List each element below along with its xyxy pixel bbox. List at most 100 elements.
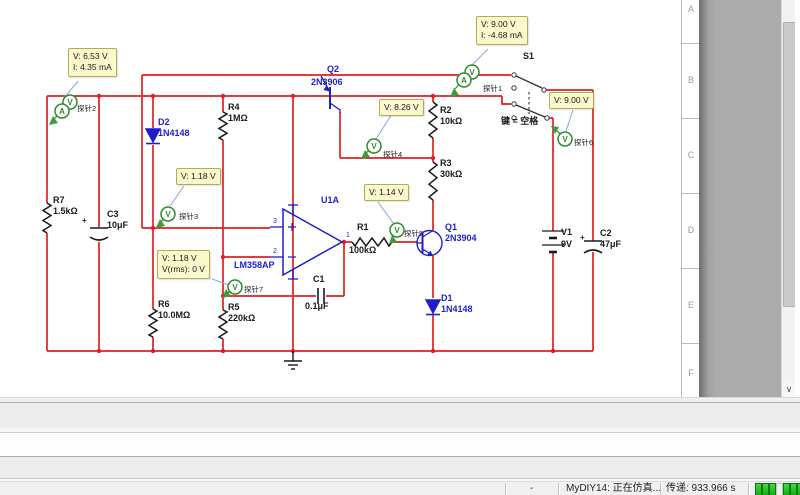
label-r4-value[interactable]: 1MΩ [228,114,248,123]
probe4-name: 探针4 [383,151,402,159]
simulation-activity-indicator [753,483,799,495]
resistor-r2[interactable] [429,102,437,138]
probe5-tooltip[interactable]: V: 1.14 V [364,184,409,201]
diode-d1[interactable] [426,300,440,315]
svg-text:V: V [371,142,377,151]
svg-text:V: V [394,226,400,235]
probe1-tooltip[interactable]: V: 9.00 V I: -4.68 mA [476,16,528,45]
label-r1-value[interactable]: 100kΩ [349,246,376,255]
multisim-window: V A V V [0,0,800,495]
resistor-r7[interactable] [43,203,51,233]
probes: V A V V [49,65,572,298]
probe-4[interactable]: V [361,139,381,159]
label-c3-ref[interactable]: C3 [107,210,119,219]
label-r6-ref[interactable]: R6 [158,300,170,309]
label-u1a-ref[interactable]: U1A [321,196,339,205]
label-d2-value[interactable]: 1N4148 [158,129,190,138]
probe-3[interactable]: V [156,207,175,228]
probe2-tooltip[interactable]: V: 6.53 V I: 4.35 mA [68,48,117,77]
label-r6-value[interactable]: 10.0MΩ [158,311,190,320]
label-c1-ref[interactable]: C1 [313,275,325,284]
scroll-down-button[interactable]: ∨ [782,383,796,397]
results-panel[interactable] [0,433,800,457]
label-q1-value[interactable]: 2N3904 [445,234,477,243]
capacitor-c3[interactable] [90,228,108,240]
label-u1a-value[interactable]: LM358AP [234,261,275,270]
statusbar-separator [660,483,662,495]
statusbar-dash: - [530,483,533,495]
svg-text:V: V [232,283,238,292]
label-v1-value[interactable]: 9V [561,240,572,249]
label-r3-ref[interactable]: R3 [440,159,452,168]
svg-text:V: V [562,135,568,144]
status-bar: - MyDIY14: 正在仿真... 传递: 933.966 s [0,481,800,495]
ground-symbol[interactable] [284,351,302,369]
lower-panel[interactable] [0,457,800,479]
label-c3-value[interactable]: 10μF [107,221,128,230]
label-q2-ref[interactable]: Q2 [327,65,339,74]
probe4-tooltip[interactable]: V: 8.26 V [379,99,424,116]
probe-6[interactable]: V [551,126,572,146]
probe5-name: 探针5 [404,230,423,238]
label-d2-ref[interactable]: D2 [158,118,170,127]
resistor-r4[interactable] [219,112,227,140]
workspace-offsheet-area [699,0,781,397]
spreadsheet-view-panel[interactable] [0,402,800,429]
resistor-r5[interactable] [219,310,227,339]
probe-1[interactable]: V A [450,65,479,97]
label-r7-ref[interactable]: R7 [53,196,65,205]
simulation-elapsed-time: 传递: 933.966 s [666,483,735,495]
svg-text:V: V [165,210,171,219]
label-q1-ref[interactable]: Q1 [445,223,457,232]
svg-text:V: V [469,68,475,77]
label-r5-ref[interactable]: R5 [228,303,240,312]
switch-s1[interactable] [512,73,549,120]
probe3-tooltip[interactable]: V: 1.18 V [176,168,221,185]
label-c2-value[interactable]: 47μF [600,240,621,249]
c2-polarity-mark: + [580,234,585,242]
label-r7-value[interactable]: 1.5kΩ [53,207,78,216]
c3-polarity-mark: + [82,217,87,225]
label-s1-ref[interactable]: S1 [523,52,534,61]
label-c2-ref[interactable]: C2 [600,229,612,238]
label-r4-ref[interactable]: R4 [228,103,240,112]
label-q2-value[interactable]: 2N3906 [311,78,343,87]
schematic-canvas[interactable]: V A V V [0,0,800,397]
probe2-name: 探针2 [77,105,96,113]
opamp-pin2-number: 2 [273,248,277,255]
label-c1-value[interactable]: 0.1μF [305,302,329,311]
probe-2[interactable]: V A [49,95,77,125]
vertical-scrollbar[interactable]: ∨ [781,0,796,397]
svg-text:A: A [59,107,65,116]
svg-text:V: V [67,98,73,107]
probe6-tooltip[interactable]: V: 9.00 V [549,92,594,109]
sheet-row-d: D [682,225,700,235]
sheet-row-c: C [682,150,700,160]
probe7-tooltip[interactable]: V: 1.18 V V(rms): 0 V [157,250,210,279]
probe6-name: 探针6 [574,139,593,147]
sheet-row-e: E [682,300,700,310]
sheet-row-b: B [682,75,700,85]
label-v1-ref[interactable]: V1 [561,228,572,237]
sheet-row-a: A [682,4,700,14]
label-d1-ref[interactable]: D1 [441,294,453,303]
statusbar-separator [505,483,507,495]
statusbar-separator [558,483,560,495]
label-r2-value[interactable]: 10kΩ [440,117,462,126]
label-r5-value[interactable]: 220kΩ [228,314,255,323]
label-s1-key[interactable]: 键 = 空格 [501,117,538,126]
probe1-name: 探针1 [483,85,502,93]
resistor-r6[interactable] [149,309,157,337]
simulation-status-text: MyDIY14: 正在仿真... [566,483,661,495]
label-r3-value[interactable]: 30kΩ [440,170,462,179]
resistor-r3[interactable] [429,162,437,200]
label-r1-ref[interactable]: R1 [357,223,369,232]
probe-5[interactable]: V [389,223,404,244]
svg-text:A: A [461,76,467,85]
label-d1-value[interactable]: 1N4148 [441,305,473,314]
opamp-u1a[interactable] [270,204,342,280]
opamp-pin1-number: 1 [346,232,350,239]
label-r2-ref[interactable]: R2 [440,106,452,115]
statusbar-separator [748,483,750,495]
sheet-border-column: A B C D E F [681,0,700,397]
